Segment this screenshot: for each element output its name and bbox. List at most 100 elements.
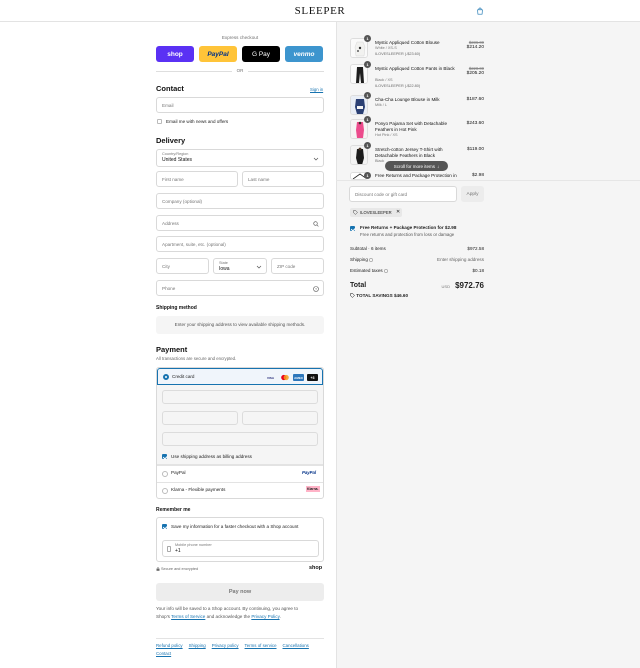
currency-code: USD — [441, 284, 450, 289]
scroll-hint-text: Scroll for more items — [393, 163, 435, 169]
venmo-button[interactable]: venmo — [285, 46, 323, 62]
terms-link[interactable]: Terms of Service — [171, 614, 205, 619]
contact-heading: Contact — [156, 84, 184, 93]
item-discount: ILOVESLEEPER (-$23.60) — [375, 52, 421, 56]
svg-text:?: ? — [315, 287, 317, 291]
shop-pay-button[interactable]: shop — [156, 46, 194, 62]
fine-print-mid: and acknowledge the — [205, 613, 252, 619]
item-variant: Black — [375, 159, 385, 163]
state-label: State — [219, 261, 228, 265]
city-placeholder: City — [162, 264, 170, 269]
chevron-down-icon — [313, 157, 319, 161]
quantity-badge: 1 — [364, 172, 371, 179]
item-price: $228.00 $205.20 — [467, 66, 484, 76]
terms-of-service-link[interactable]: Terms of service — [245, 643, 277, 648]
cancellations-link[interactable]: Cancellations — [283, 643, 309, 648]
google-pay-button[interactable]: G Pay — [242, 46, 280, 62]
first-name-field[interactable]: First name — [156, 171, 238, 187]
mobile-phone-icon — [167, 546, 171, 552]
item-new-price: $243.60 — [466, 121, 484, 126]
credit-card-option[interactable]: Credit card VISA MC AMEX +3 — [157, 368, 323, 385]
save-info-checkbox[interactable] — [162, 524, 167, 529]
header: SLEEPER — [0, 0, 640, 22]
line-item: 1 Mystic Appliqued Cotton Pants in Black… — [350, 61, 484, 88]
email-placeholder: Email — [162, 103, 174, 108]
item-price: $119.00 — [467, 147, 484, 152]
shopping-bag-icon[interactable] — [476, 7, 484, 15]
card-cvv-field[interactable] — [242, 411, 318, 425]
subtotal-value: $972.58 — [467, 246, 484, 251]
visa-logo: VISA — [266, 375, 274, 380]
info-icon[interactable] — [369, 257, 374, 262]
taxes-row: Estimated taxes $0.18 — [350, 268, 484, 273]
address-field[interactable]: Address — [156, 215, 324, 231]
paypal-option[interactable]: PayPal PayPal — [157, 465, 323, 477]
apartment-field[interactable]: Apartment, suite, etc. (optional) — [156, 236, 324, 252]
quantity-badge: 1 — [364, 35, 371, 42]
help-icon[interactable]: ? — [313, 286, 319, 292]
fine-print: Your info will be saved to a Shop accoun… — [156, 605, 324, 620]
pants-image — [351, 65, 367, 83]
country-value: United States — [162, 157, 193, 163]
apartment-placeholder: Apartment, suite, etc. (optional) — [162, 242, 226, 247]
billing-label: Use shipping address as billing address — [171, 454, 252, 459]
sign-in-link[interactable]: Sign in — [310, 87, 323, 92]
refund-policy-link[interactable]: Refund policy — [156, 643, 183, 648]
contact-link[interactable]: Contact — [156, 651, 171, 656]
item-name: Ponyo Pajama Set with Detachable Feather… — [375, 121, 448, 132]
taxes-label: Estimated taxes — [350, 268, 383, 273]
scroll-for-more-tooltip[interactable]: Scroll for more items ↓ — [385, 161, 448, 171]
card-number-field[interactable] — [162, 390, 318, 404]
secure-note: Secure and encrypted — [161, 567, 199, 571]
info-icon[interactable] — [384, 268, 388, 273]
klarna-label: Klarna - Flexible payments — [171, 487, 226, 492]
pajama-set-image — [351, 120, 367, 138]
quantity-badge: 1 — [364, 92, 371, 99]
items-fade-divider — [336, 180, 640, 181]
fine-print-line1: Your info will be saved to a Shop accoun… — [156, 606, 299, 611]
brand-logo[interactable]: SLEEPER — [0, 5, 640, 17]
email-field[interactable]: Email — [156, 97, 324, 113]
apply-discount-button[interactable]: Apply — [461, 186, 484, 202]
state-select[interactable]: State Iowa — [213, 258, 267, 274]
credit-card-radio[interactable] — [163, 374, 169, 380]
mobile-phone-field[interactable]: Mobile phone number +1 — [162, 540, 319, 557]
country-select[interactable]: Country/Region United States — [156, 149, 324, 167]
news-checkbox[interactable] — [157, 119, 162, 124]
privacy-link[interactable]: Privacy Policy — [251, 614, 279, 619]
fine-print-end: . — [279, 613, 281, 619]
protection-checkbox[interactable] — [350, 226, 355, 231]
paypal-button[interactable]: PayPal — [199, 46, 237, 62]
klarna-radio[interactable] — [162, 488, 168, 494]
news-label: Email me with news and offers — [166, 119, 229, 124]
address-placeholder: Address — [162, 221, 179, 226]
privacy-policy-link[interactable]: Privacy policy — [212, 643, 239, 648]
quantity-badge: 1 — [364, 142, 371, 149]
remove-code-icon[interactable]: ✕ — [396, 209, 400, 215]
item-new-price: $214.20 — [466, 45, 484, 50]
mastercard-logo: MC — [279, 374, 290, 381]
or-divider: OR — [156, 68, 324, 74]
discount-placeholder: Discount code or gift card — [355, 192, 408, 197]
card-name-field[interactable] — [162, 432, 318, 446]
company-field[interactable]: Company (optional) — [156, 193, 324, 209]
last-name-field[interactable]: Last name — [242, 171, 324, 187]
protection-subtitle: Free returns and protection from loss or… — [360, 232, 455, 237]
total-label: Total — [350, 282, 367, 289]
shipping-method-heading: Shipping method — [156, 305, 197, 311]
klarna-option[interactable]: Klarna - Flexible payments Klarna. — [157, 482, 323, 494]
zip-placeholder: ZIP code — [277, 264, 296, 269]
city-field[interactable]: City — [156, 258, 209, 274]
paypal-radio[interactable] — [162, 471, 168, 477]
total-savings: TOTAL SAVINGS $46.60 — [350, 293, 408, 299]
country-label: Country/Region — [162, 152, 189, 156]
zip-field[interactable]: ZIP code — [271, 258, 324, 274]
delivery-heading: Delivery — [156, 136, 186, 145]
pay-now-button[interactable]: Pay now — [156, 583, 324, 601]
item-price: $187.60 — [467, 97, 484, 102]
phone-field[interactable]: Phone ? — [156, 280, 324, 296]
card-expiry-field[interactable] — [162, 411, 238, 425]
discount-code-input[interactable]: Discount code or gift card — [349, 186, 457, 202]
billing-checkbox[interactable] — [162, 454, 167, 459]
shipping-link[interactable]: Shipping — [189, 643, 206, 648]
